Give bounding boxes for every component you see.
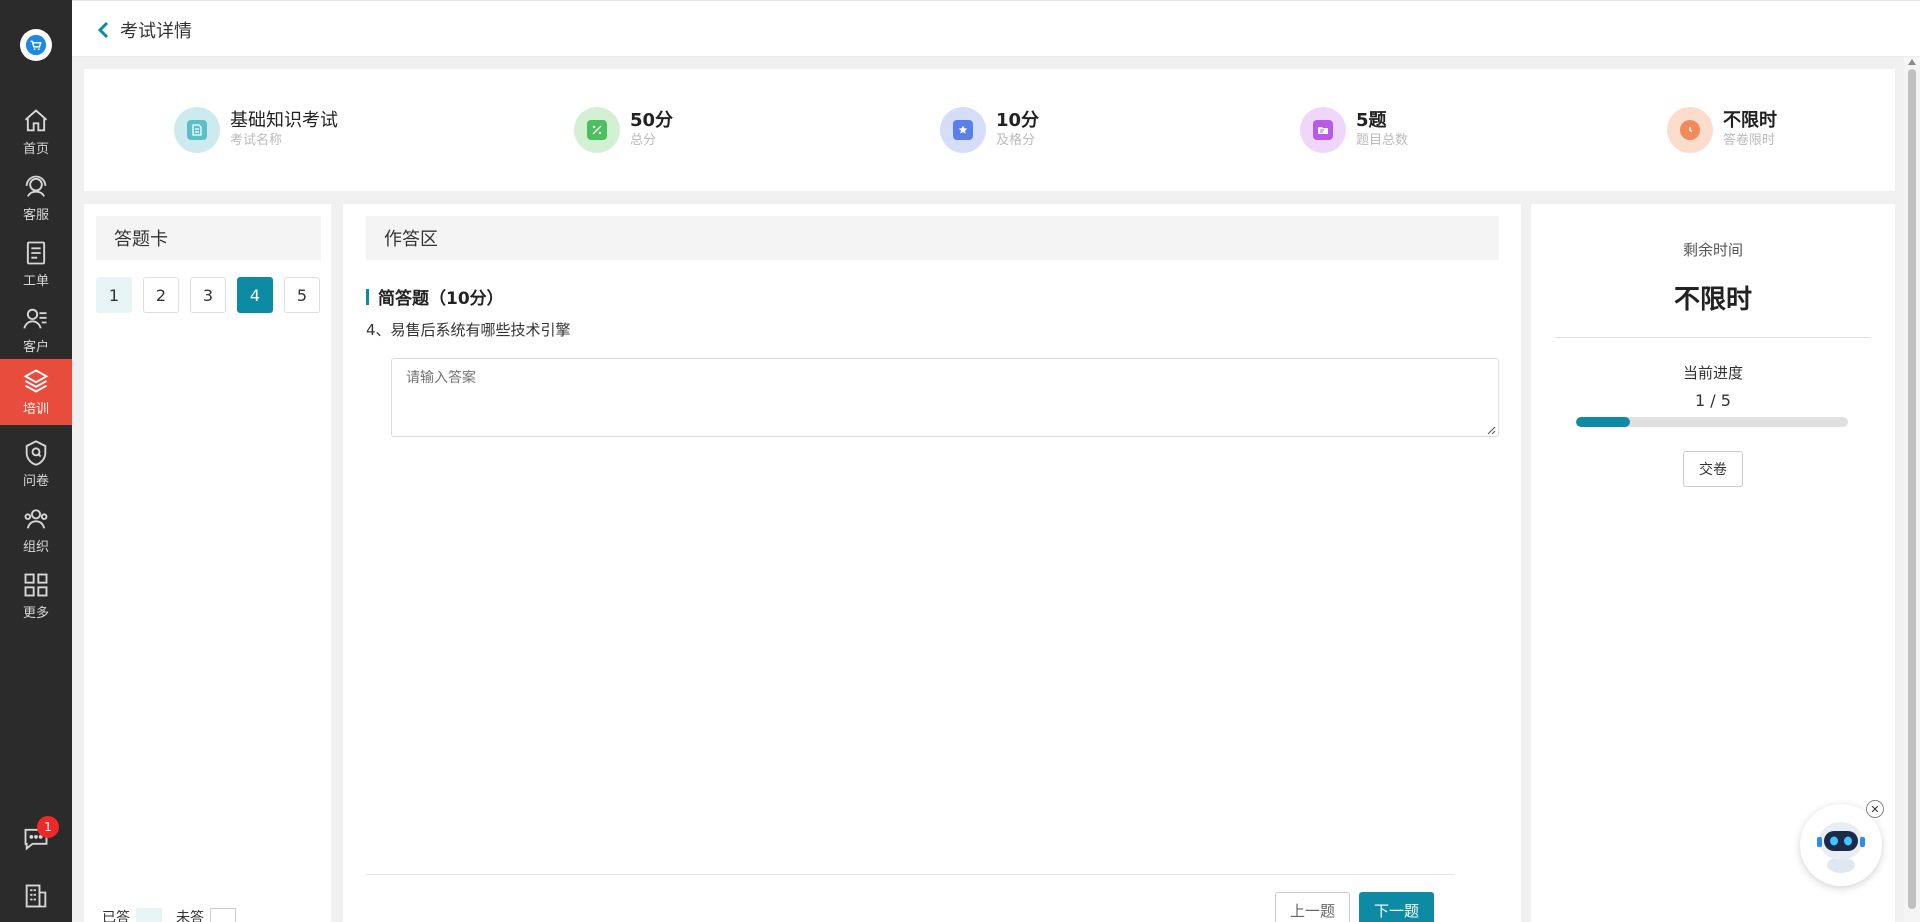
survey-shield-icon: [25, 440, 47, 466]
answer-legend: 已答 未答: [102, 907, 250, 922]
progress-label: 当前进度: [1682, 364, 1743, 382]
sidebar-item-customer[interactable]: 客户: [0, 297, 72, 363]
chat-unread-badge: 1: [37, 816, 59, 838]
next-question-button[interactable]: 下一题: [1359, 892, 1434, 922]
legend-unanswered-swatch: [210, 908, 236, 922]
headset-icon: [25, 175, 47, 197]
total-score-value: 50分: [630, 110, 674, 131]
sidebar: 首页 客服 工单 客户 培训 问卷 组织 更多 1: [0, 0, 72, 922]
time-limit-label: 答卷限时: [1723, 133, 1776, 148]
answer-card-panel: 答题卡 1 2 3 4 5 已答 未答: [84, 204, 331, 922]
cart-logo-icon: [25, 34, 47, 56]
question-number-2[interactable]: 2: [143, 277, 179, 313]
document-icon: [174, 107, 220, 153]
progress-bar-fill: [1576, 417, 1631, 427]
time-limit-stat: 不限时 答卷限时: [1667, 107, 1777, 153]
sidebar-item-label: 工单: [22, 274, 49, 289]
sidebar-item-ticket[interactable]: 工单: [0, 231, 72, 297]
team-icon: [24, 509, 48, 529]
footer-divider: [366, 874, 1454, 875]
remaining-time-value: 不限时: [1673, 285, 1752, 315]
top-header: 考试详情: [72, 0, 1920, 57]
exam-name-label: 考试名称: [230, 133, 283, 148]
exam-name-stat: 基础知识考试 考试名称: [174, 107, 338, 153]
status-divider: [1555, 337, 1871, 338]
page-scrollbar[interactable]: [1904, 57, 1920, 922]
page-title: 考试详情: [120, 21, 192, 42]
question-number-list: 1 2 3 4 5: [96, 277, 331, 313]
question-type: 简答题（10分）: [366, 284, 504, 309]
close-icon[interactable]: ✕: [1866, 800, 1884, 818]
sidebar-item-training[interactable]: 培训: [0, 359, 72, 425]
scrollbar-thumb[interactable]: [1908, 69, 1916, 909]
exam-name-value: 基础知识考试: [230, 110, 338, 131]
time-limit-value: 不限时: [1723, 110, 1777, 131]
question-number-4[interactable]: 4: [237, 277, 273, 313]
question-text: 4、易售后系统有哪些技术引擎: [366, 321, 571, 339]
pass-score-label: 及格分: [996, 133, 1036, 148]
question-count-label: 题目总数: [1356, 133, 1409, 148]
app-logo[interactable]: [20, 29, 52, 61]
progress-bar: [1576, 417, 1848, 427]
back-link[interactable]: 考试详情: [96, 17, 192, 43]
sidebar-item-label: 首页: [22, 142, 49, 157]
total-score-stat: 50分 总分: [574, 107, 673, 153]
sidebar-item-home[interactable]: 首页: [0, 99, 72, 165]
folder-icon: [1300, 107, 1346, 153]
clock-icon: [1667, 107, 1713, 153]
answer-input[interactable]: [391, 358, 1499, 437]
layers-icon: [23, 369, 49, 393]
total-score-label: 总分: [630, 133, 657, 148]
answer-area-title: 作答区: [366, 216, 1499, 260]
sidebar-item-label: 客服: [22, 208, 49, 223]
pass-score-value: 10分: [996, 110, 1040, 131]
grid-icon: [24, 573, 48, 597]
sidebar-item-organization[interactable]: 组织: [0, 497, 72, 563]
scroll-up-arrow-icon[interactable]: [1908, 59, 1916, 65]
sidebar-item-service[interactable]: 客服: [0, 165, 72, 231]
prev-question-button[interactable]: 上一题: [1275, 892, 1350, 922]
home-icon: [24, 109, 48, 132]
legend-answered-label: 已答: [102, 910, 130, 922]
answer-card-title: 答题卡: [96, 216, 321, 260]
sidebar-item-label: 问卷: [22, 474, 49, 489]
chevron-left-icon: [97, 21, 109, 39]
percent-icon: [574, 107, 620, 153]
resize-grip-icon[interactable]: [1487, 426, 1496, 435]
submit-exam-button[interactable]: 交卷: [1683, 451, 1743, 487]
sidebar-item-label: 客户: [22, 340, 49, 355]
question-number-1[interactable]: 1: [96, 277, 132, 313]
sidebar-item-survey[interactable]: 问卷: [0, 431, 72, 497]
building-icon[interactable]: [22, 882, 50, 910]
question-type-label: 简答题（10分）: [378, 289, 504, 309]
remaining-time-label: 剩余时间: [1682, 241, 1743, 259]
exam-info-card: 基础知识考试 考试名称 50分 总分 10分 及格分 5题 题目总数 不限时 答…: [84, 69, 1895, 191]
pass-score-stat: 10分 及格分: [940, 107, 1039, 153]
question-type-marker: [366, 288, 369, 305]
customer-icon: [23, 308, 47, 329]
progress-text: 1 / 5: [1695, 391, 1731, 410]
answer-area-panel: 作答区 简答题（10分） 4、易售后系统有哪些技术引擎 上一题 下一题: [343, 204, 1521, 922]
question-count-value: 5题: [1356, 110, 1387, 131]
legend-answered-swatch: [136, 908, 162, 922]
legend-unanswered-label: 未答: [176, 910, 204, 922]
clipboard-icon: [26, 241, 46, 265]
sidebar-item-label: 更多: [22, 606, 49, 621]
question-count-stat: 5题 题目总数: [1300, 107, 1408, 153]
sidebar-item-label: 组织: [22, 540, 49, 555]
question-number-5[interactable]: 5: [284, 277, 320, 313]
sidebar-item-label: 培训: [22, 402, 49, 417]
question-number-3[interactable]: 3: [190, 277, 226, 313]
sidebar-item-more[interactable]: 更多: [0, 563, 72, 629]
star-icon: [940, 107, 986, 153]
robot-icon: [1817, 822, 1865, 873]
